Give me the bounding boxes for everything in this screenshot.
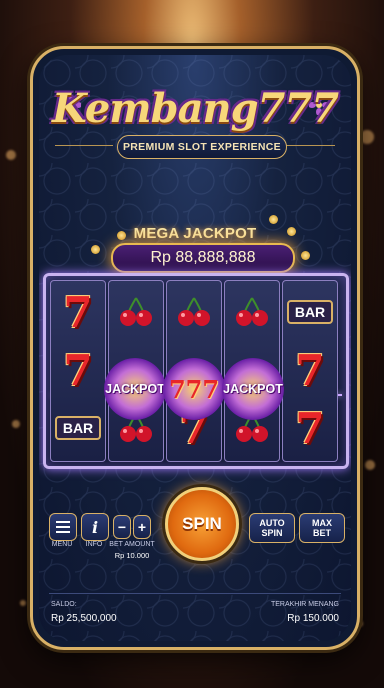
auto-spin-button[interactable]: AUTO SPIN <box>249 513 295 543</box>
max-bet-label-line1: MAX <box>312 518 332 528</box>
info-icon: i <box>91 517 99 537</box>
game-screen: Kembang777 PREMIUM SLOT EXPERIENCE MEGA … <box>39 55 351 641</box>
seven-symbol: 7 <box>63 345 93 395</box>
plus-icon: + <box>137 519 147 535</box>
bokeh-light <box>20 600 26 606</box>
saldo-label: SALDO: <box>51 601 77 608</box>
seven-symbol: 7 <box>295 345 325 395</box>
bet-amount-value: Rp 10.000 <box>114 551 150 560</box>
triple-seven-symbol: 777 <box>163 358 225 420</box>
info-button[interactable]: i <box>81 513 109 541</box>
seven-symbol: 7 <box>295 403 325 453</box>
jackpot-symbol: JACKPOT <box>222 358 284 420</box>
jackpot-title: MEGA JACKPOT <box>133 225 257 242</box>
bar-symbol: BAR <box>283 283 337 341</box>
menu-button[interactable] <box>49 513 77 541</box>
seven-symbol: 7 <box>63 287 93 337</box>
bokeh-light <box>360 130 374 144</box>
cherry-icon <box>109 283 163 341</box>
saldo-value: Rp 25,500,000 <box>51 613 117 624</box>
coin-icon <box>269 215 278 224</box>
reels-frame: 7 7 BAR 7 BAR 7 7 JACKPOT 777 JACKPOT <box>43 273 349 469</box>
bokeh-light <box>365 460 375 470</box>
menu-icon <box>56 521 70 533</box>
bet-amount-label: BET AMOUNT <box>109 541 155 548</box>
bet-decrease-button[interactable]: − <box>113 515 131 539</box>
spin-button[interactable]: SPIN <box>165 487 239 561</box>
subtitle-banner: PREMIUM SLOT EXPERIENCE <box>117 135 287 159</box>
max-bet-label-line2: BET <box>313 528 331 538</box>
menu-label: MENU <box>51 541 73 548</box>
bokeh-light <box>6 150 16 160</box>
coin-icon <box>91 245 100 254</box>
bokeh-light <box>12 420 20 428</box>
spin-label: SPIN <box>182 514 222 533</box>
game-logo: Kembang777 <box>51 85 339 132</box>
last-win-value: Rp 150.000 <box>287 613 339 624</box>
bet-increase-button[interactable]: + <box>133 515 151 539</box>
auto-spin-label-line1: AUTO <box>259 518 285 528</box>
reel-5: BAR 7 7 <box>282 280 338 462</box>
coin-icon <box>301 251 310 260</box>
cherry-icon <box>225 283 279 341</box>
reel-1: 7 7 BAR <box>50 280 106 462</box>
jackpot-amount: Rp 88,888,888 <box>111 243 295 273</box>
decorative-line <box>55 145 113 146</box>
triple-seven-label: 777 <box>168 374 220 404</box>
footer-divider <box>49 593 341 594</box>
last-win-label: TERAKHIR MENANG <box>270 601 339 608</box>
jackpot-symbol-label: JACKPOT <box>105 382 165 396</box>
bar-label: BAR <box>286 300 334 324</box>
minus-icon: − <box>117 519 127 535</box>
bar-symbol: BAR <box>51 399 105 457</box>
jackpot-symbol-label: JACKPOT <box>223 382 283 396</box>
phone-frame: Kembang777 PREMIUM SLOT EXPERIENCE MEGA … <box>30 46 360 650</box>
auto-spin-label-line2: SPIN <box>261 528 283 538</box>
jackpot-symbol: JACKPOT <box>104 358 166 420</box>
bar-label: BAR <box>54 416 102 440</box>
max-bet-button[interactable]: MAX BET <box>299 513 345 543</box>
cherry-icon <box>167 283 221 341</box>
info-label: INFO <box>85 541 103 548</box>
